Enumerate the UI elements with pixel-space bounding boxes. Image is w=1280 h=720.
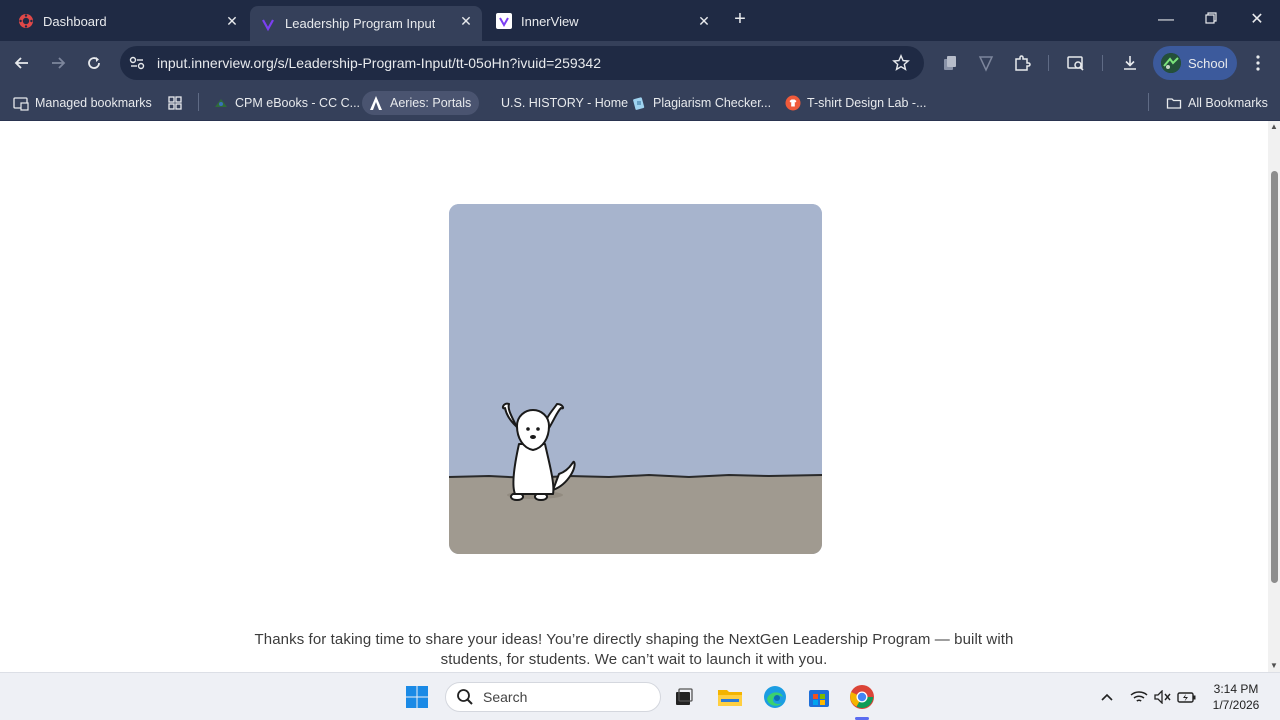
bookmarks-divider xyxy=(198,93,199,111)
thank-you-line-1: Thanks for taking time to share your ide… xyxy=(254,631,1014,648)
microsoft-store-icon[interactable] xyxy=(805,683,833,711)
apps-grid[interactable] xyxy=(167,91,189,115)
bookmark-label: Aeries: Portals xyxy=(390,96,472,110)
toolbar-divider xyxy=(1048,55,1049,71)
page-scrollbar[interactable]: ▲ ▼ xyxy=(1268,121,1280,672)
innerview-favicon-icon xyxy=(262,18,274,31)
windows-start-icon[interactable] xyxy=(403,683,431,711)
toolbar-divider xyxy=(1102,55,1103,71)
back-icon[interactable] xyxy=(10,51,34,75)
extensions-puzzle-icon[interactable] xyxy=(1012,53,1032,73)
tab-leadership-program-input[interactable]: Leadership Program Input ✕ xyxy=(250,6,482,41)
all-bookmarks[interactable]: All Bookmarks xyxy=(1166,91,1268,115)
search-placeholder: Search xyxy=(483,689,528,705)
tab-innerview[interactable]: InnerView ✕ xyxy=(486,6,720,36)
clock-date: 1/7/2026 xyxy=(1212,698,1260,712)
profile-label: School xyxy=(1188,55,1228,71)
close-window-icon[interactable]: ✕ xyxy=(1247,10,1267,30)
clock-time: 3:14 PM xyxy=(1213,682,1259,696)
us-history-favicon-icon xyxy=(481,97,493,109)
thank-you-line-2: students, for students. We can’t wait to… xyxy=(440,651,828,668)
scrollbar-thumb[interactable] xyxy=(1271,171,1278,583)
restore-icon[interactable] xyxy=(1201,10,1221,30)
windows-taskbar: Search 3:14 PM 1/7/2026 xyxy=(0,672,1280,720)
download-icon[interactable] xyxy=(1120,53,1140,73)
bookmark-label: U.S. HISTORY - Home xyxy=(501,96,629,110)
bookmarks-divider xyxy=(1148,93,1149,111)
tab-label: Leadership Program Input xyxy=(285,16,436,31)
aeries-favicon-icon xyxy=(370,96,382,110)
page-content: Thanks for taking time to share your ide… xyxy=(0,121,1268,672)
scroll-up-icon[interactable]: ▲ xyxy=(1270,123,1278,131)
bookmark-cpm-ebooks[interactable]: CPM eBooks - CC C... xyxy=(213,91,360,115)
plagiarism-checker-favicon-icon xyxy=(633,97,645,110)
managed-bookmarks-label: Managed bookmarks xyxy=(35,96,152,110)
url-text[interactable]: input.innerview.org/s/Leadership-Program… xyxy=(157,55,601,71)
tab-dashboard[interactable]: Dashboard ✕ xyxy=(8,6,248,36)
search-icon xyxy=(457,689,473,705)
bookmark-us-history[interactable]: U.S. HISTORY - Home xyxy=(479,91,628,115)
volume-muted-icon[interactable] xyxy=(1153,687,1173,707)
file-explorer-icon[interactable] xyxy=(716,683,744,711)
innerview-favicon-icon xyxy=(496,13,512,29)
apps-grid-icon xyxy=(168,96,182,110)
reload-icon[interactable] xyxy=(82,51,106,75)
bookmark-label: Plagiarism Checker... xyxy=(653,96,772,110)
taskbar-search[interactable]: Search xyxy=(445,682,661,712)
wifi-icon[interactable] xyxy=(1129,687,1149,707)
address-bar[interactable]: input.innerview.org/s/Leadership-Program… xyxy=(120,46,924,80)
tshirt-lab-favicon-icon xyxy=(785,95,801,111)
bookmark-tshirt-design-lab[interactable]: T-shirt Design Lab -... xyxy=(785,91,927,115)
profile-button[interactable]: School xyxy=(1153,46,1237,80)
bookmark-label: T-shirt Design Lab -... xyxy=(807,96,927,110)
bookmark-aeries-portals[interactable]: Aeries: Portals xyxy=(362,91,480,115)
bookmark-label: CPM eBooks - CC C... xyxy=(235,96,361,110)
cpm-favicon-icon xyxy=(215,99,227,107)
tab-label: InnerView xyxy=(521,13,579,29)
bookmarks-bar: Managed bookmarks CPM eBooks - CC C... A… xyxy=(0,85,1280,121)
shield-icon[interactable] xyxy=(976,53,996,73)
minimize-icon[interactable]: — xyxy=(1156,10,1176,30)
thank-you-message: Thanks for taking time to share your ide… xyxy=(200,630,1068,670)
task-view-icon[interactable] xyxy=(670,683,698,711)
bookmark-plagiarism-checker[interactable]: Plagiarism Checker... xyxy=(631,91,771,115)
dog-scene-image xyxy=(449,204,822,554)
chrome-browser-icon[interactable] xyxy=(848,683,876,711)
show-hidden-icons-chevron-icon[interactable] xyxy=(1097,687,1117,707)
browser-toolbar: input.innerview.org/s/Leadership-Program… xyxy=(0,41,1280,85)
forward-icon[interactable] xyxy=(46,51,70,75)
managed-bookmarks[interactable]: Managed bookmarks xyxy=(13,91,152,115)
dog-illustration xyxy=(449,204,822,554)
scroll-down-icon[interactable]: ▼ xyxy=(1270,662,1278,670)
edge-browser-icon[interactable] xyxy=(761,683,789,711)
folder-icon xyxy=(1166,98,1182,109)
new-tab-button[interactable]: + xyxy=(730,9,750,29)
battery-icon[interactable] xyxy=(1177,687,1197,707)
site-info-icon[interactable] xyxy=(128,54,146,72)
close-icon[interactable]: ✕ xyxy=(696,13,712,29)
extension-copy-icon[interactable] xyxy=(940,53,960,73)
all-bookmarks-label: All Bookmarks xyxy=(1188,96,1268,110)
tab-strip: Dashboard ✕ Leadership Program Input ✕ I… xyxy=(0,0,1280,41)
avatar xyxy=(1161,53,1181,73)
bookmark-star-icon[interactable] xyxy=(892,54,910,72)
system-clock[interactable]: 3:14 PM 1/7/2026 xyxy=(1200,681,1272,713)
tab-search-icon[interactable] xyxy=(1066,53,1086,73)
dashboard-favicon-icon xyxy=(19,14,33,28)
close-icon[interactable]: ✕ xyxy=(458,13,474,29)
more-menu-icon[interactable] xyxy=(1248,53,1268,73)
tab-label: Dashboard xyxy=(43,13,107,29)
managed-bookmarks-icon xyxy=(13,97,29,111)
close-icon[interactable]: ✕ xyxy=(224,13,240,29)
